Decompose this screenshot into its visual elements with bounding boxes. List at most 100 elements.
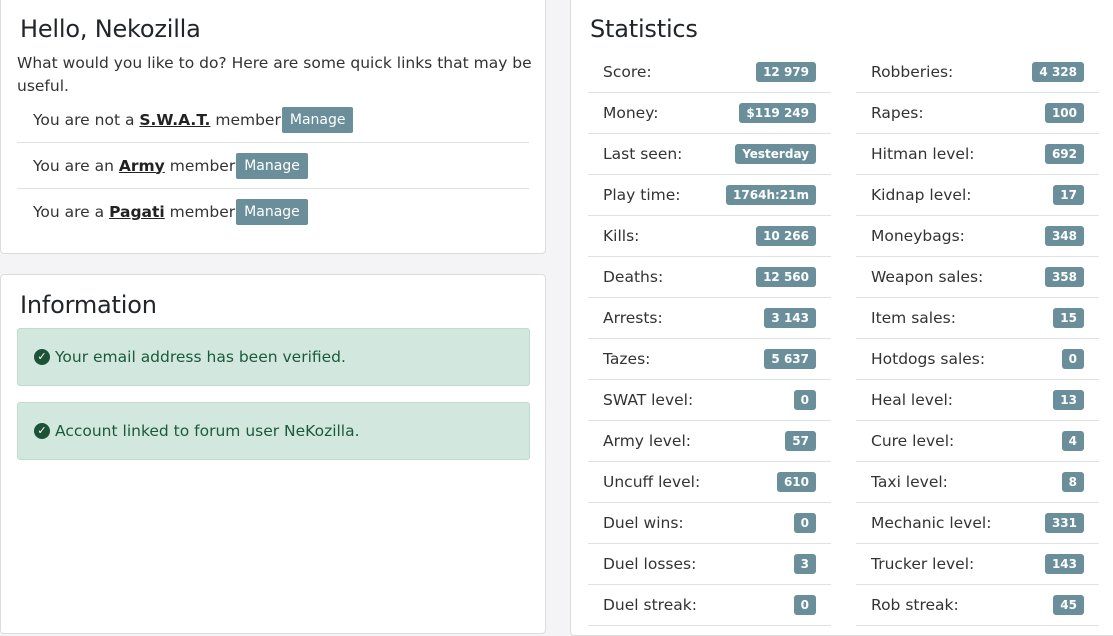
stat-label: Trucker level: xyxy=(871,555,975,573)
stat-row: Moneybags: 348 xyxy=(856,216,1099,257)
membership-row-swat: You are not a S.W.A.T. member Manage xyxy=(17,97,529,143)
stat-label: Tazes: xyxy=(603,350,651,368)
stat-value-badge: 4 xyxy=(1061,431,1084,451)
statistics-card: Statistics Score: 12 979 Money: $119 249 Las… xyxy=(570,0,1113,636)
stat-label: Kidnap level: xyxy=(871,186,972,204)
stat-label: Kills: xyxy=(603,227,640,245)
stat-row: Tazes: 5 637 xyxy=(588,339,831,380)
stat-value-badge: 143 xyxy=(1044,554,1084,574)
stat-value-badge: 0 xyxy=(1061,349,1084,369)
information-card: Information ✓ Your email address has bee… xyxy=(0,274,546,634)
stat-label: Rapes: xyxy=(871,104,924,122)
alert-text: Account linked to forum user NeKozilla. xyxy=(55,422,360,440)
stat-value-badge: 610 xyxy=(776,472,816,492)
stat-value-badge: 8 xyxy=(1061,472,1084,492)
manage-swat-button[interactable]: Manage xyxy=(281,106,354,133)
manage-army-button[interactable]: Manage xyxy=(236,152,308,179)
group-link-swat[interactable]: S.W.A.T. xyxy=(139,111,210,129)
welcome-intro: What would you like to do? Here are some… xyxy=(17,54,532,95)
stat-value-badge: 3 143 xyxy=(764,308,816,328)
stat-label: Play time: xyxy=(603,186,681,204)
stat-row: Mechanic level: 331 xyxy=(856,503,1099,544)
alert-forum-linked: ✓ Account linked to forum user NeKozilla… xyxy=(17,402,530,460)
stat-row: Score: 12 979 xyxy=(588,52,831,93)
stat-label: Hitman level: xyxy=(871,145,975,163)
alert-email-verified: ✓ Your email address has been verified. xyxy=(17,328,530,386)
stat-value-badge: 0 xyxy=(793,595,816,615)
membership-text: You are a xyxy=(33,203,110,221)
stat-row: Army level: 57 xyxy=(588,421,831,462)
stat-label: Robberies: xyxy=(871,63,954,81)
stat-value-badge: 692 xyxy=(1044,144,1084,164)
stat-value-badge: 5 637 xyxy=(764,349,816,369)
stat-label: Last seen: xyxy=(603,145,683,163)
stat-value-badge: 0 xyxy=(793,390,816,410)
stat-row: Trucker level: 143 xyxy=(856,544,1099,585)
welcome-title: Hello, Nekozilla xyxy=(20,15,201,43)
stat-label: Duel losses: xyxy=(603,555,697,573)
stat-value-badge: 45 xyxy=(1053,595,1084,615)
stat-value-badge: 4 328 xyxy=(1032,62,1084,82)
stat-label: SWAT level: xyxy=(603,391,694,409)
membership-text: You are an xyxy=(33,156,119,175)
stat-label: Taxi level: xyxy=(871,473,948,491)
stat-row: Taxi level: 8 xyxy=(856,462,1099,503)
stat-label: Mechanic level: xyxy=(871,514,992,532)
membership-text: member xyxy=(164,156,236,175)
stat-row: Play time: 1764h:21m xyxy=(588,175,831,216)
stat-label: Score: xyxy=(603,63,652,81)
stat-row: Rob streak: 45 xyxy=(856,585,1099,626)
stat-value-badge: 0 xyxy=(793,513,816,533)
stat-label: Cure level: xyxy=(871,432,955,450)
stat-row: Deaths: 12 560 xyxy=(588,257,831,298)
stat-row: Robberies: 4 328 xyxy=(856,52,1099,93)
stat-value-badge: 13 xyxy=(1053,390,1084,410)
stat-label: Weapon sales: xyxy=(871,268,984,286)
stat-label: Duel streak: xyxy=(603,596,697,614)
stat-label: Duel wins: xyxy=(603,514,684,532)
stat-row: SWAT level: 0 xyxy=(588,380,831,421)
membership-text: You are not a xyxy=(33,110,140,129)
stat-label: Item sales: xyxy=(871,309,956,327)
stat-value-badge: 15 xyxy=(1053,308,1084,328)
group-link-army[interactable]: Army xyxy=(119,157,165,175)
membership-row-pagati: You are a Pagati member Manage xyxy=(17,189,529,235)
stat-row: Duel wins: 0 xyxy=(588,503,831,544)
stat-row: Arrests: 3 143 xyxy=(588,298,831,339)
stat-row: Item sales: 15 xyxy=(856,298,1099,339)
stats-list-right: Robberies: 4 328 Rapes: 100 Hitman level: 692… xyxy=(856,52,1099,626)
stat-row: Duel losses: 3 xyxy=(588,544,831,585)
manage-pagati-button[interactable]: Manage xyxy=(236,199,308,225)
stat-value-badge: $119 249 xyxy=(739,103,816,123)
stat-row: Hitman level: 692 xyxy=(856,134,1099,175)
information-title: Information xyxy=(20,291,157,319)
welcome-card: Hello, Nekozilla What would you like to … xyxy=(0,0,546,254)
stat-row: Heal level: 13 xyxy=(856,380,1099,421)
stat-label: Deaths: xyxy=(603,268,664,286)
check-circle-icon: ✓ xyxy=(34,349,50,365)
group-link-pagati[interactable]: Pagati xyxy=(109,203,165,221)
stat-value-badge: 3 xyxy=(793,554,816,574)
stat-row: Rapes: 100 xyxy=(856,93,1099,134)
alert-text: Your email address has been verified. xyxy=(55,348,346,366)
stat-value-badge: 1764h:21m xyxy=(726,185,816,205)
stat-row: Kills: 10 266 xyxy=(588,216,831,257)
stat-label: Uncuff level: xyxy=(603,473,701,491)
stat-row: Cure level: 4 xyxy=(856,421,1099,462)
stat-label: Moneybags: xyxy=(871,227,965,245)
stat-label: Heal level: xyxy=(871,391,954,409)
membership-text: member xyxy=(164,203,236,221)
stat-label: Rob streak: xyxy=(871,596,959,614)
stat-row: Uncuff level: 610 xyxy=(588,462,831,503)
stat-value-badge: 57 xyxy=(785,431,816,451)
stat-value-badge: 12 979 xyxy=(756,62,816,82)
stat-label: Army level: xyxy=(603,432,691,450)
stat-value-badge: 17 xyxy=(1053,185,1084,205)
membership-row-army: You are an Army member Manage xyxy=(17,143,529,189)
stat-value-badge: 10 266 xyxy=(756,226,816,246)
stat-row: Kidnap level: 17 xyxy=(856,175,1099,216)
stat-label: Money: xyxy=(603,104,659,122)
stat-value-badge: 331 xyxy=(1044,513,1084,533)
stat-row: Last seen: Yesterday xyxy=(588,134,831,175)
stat-label: Hotdogs sales: xyxy=(871,350,986,368)
